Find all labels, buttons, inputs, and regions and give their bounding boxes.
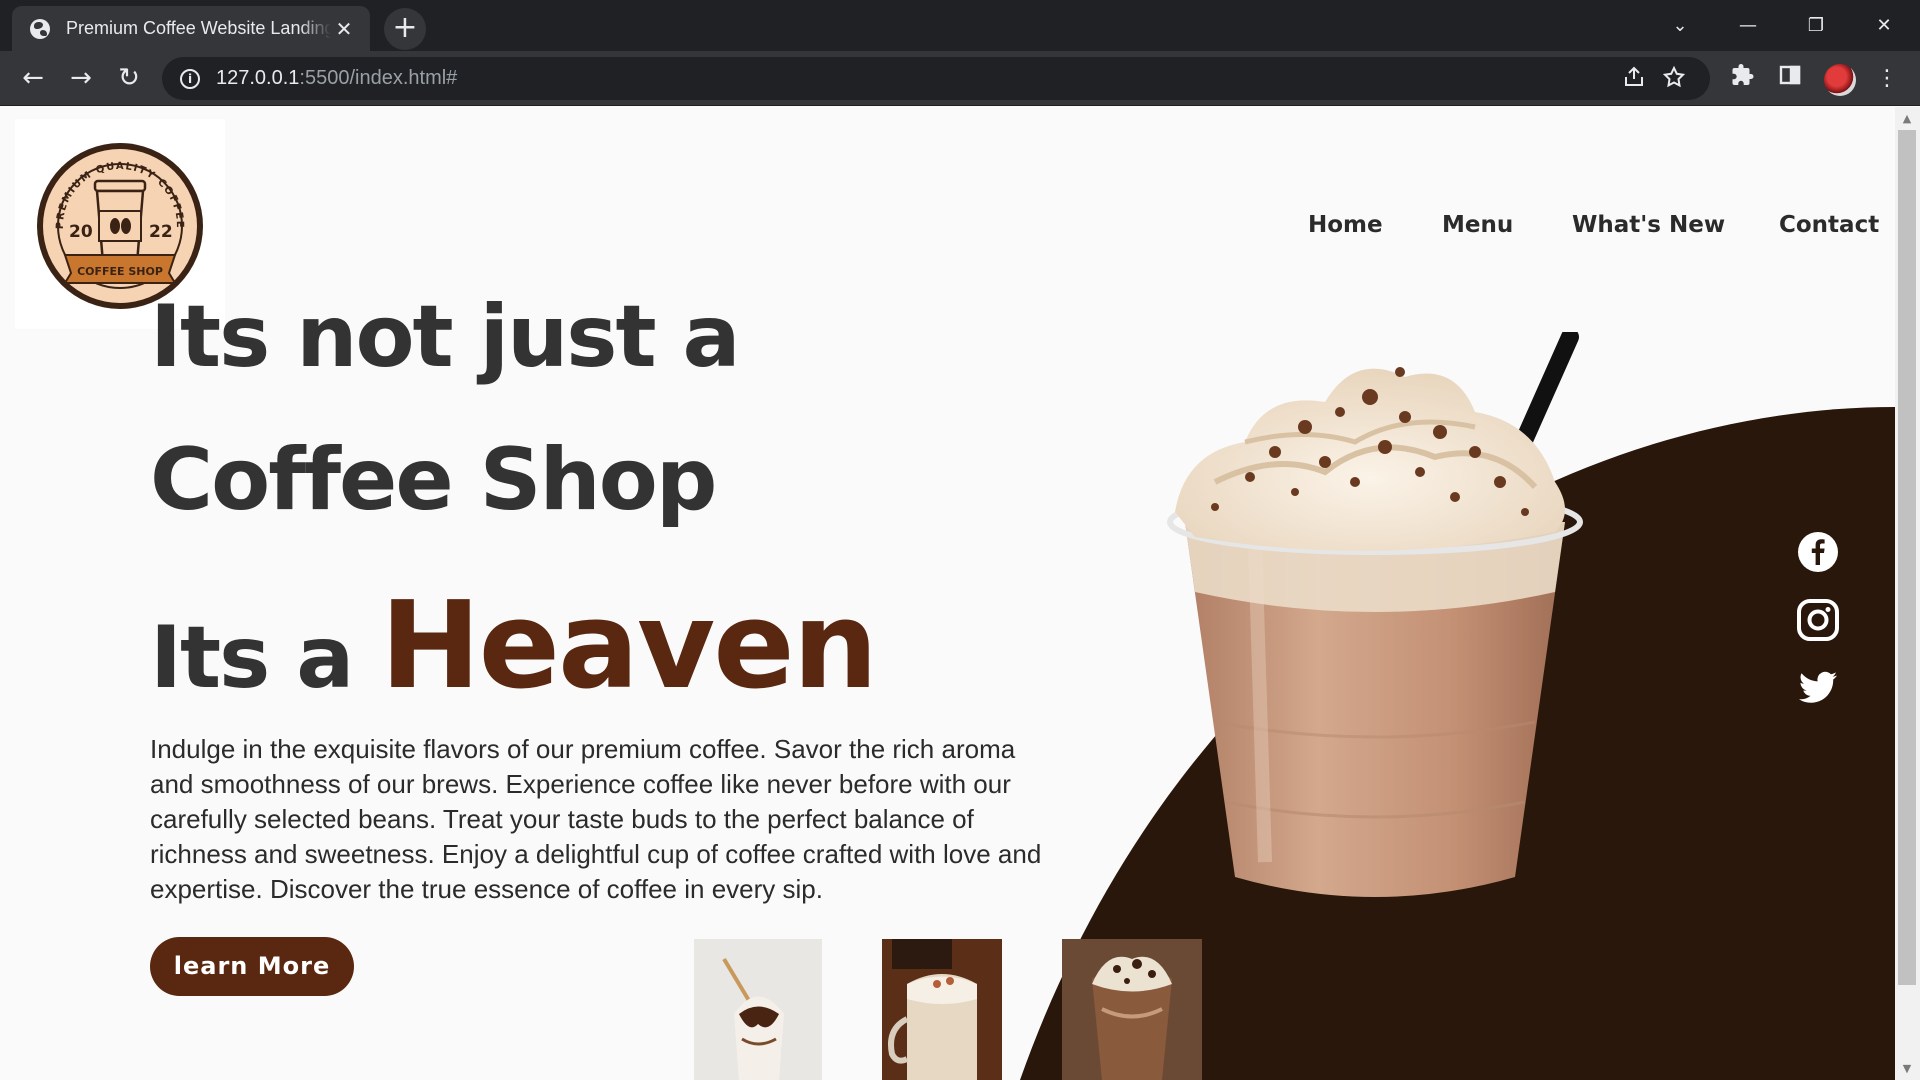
back-button[interactable]: ← <box>14 59 52 97</box>
close-window-button[interactable]: ✕ <box>1864 6 1904 46</box>
browser-tab-bar: Premium Coffee Website Landing Page ✕ + … <box>0 0 1920 51</box>
thumbnail-mocha[interactable] <box>1062 939 1202 1080</box>
extensions-icon[interactable] <box>1727 63 1759 95</box>
site-info-icon[interactable]: i <box>180 68 200 89</box>
new-tab-button[interactable]: + <box>384 8 426 50</box>
url-path: :5500/index.html# <box>299 67 458 89</box>
star-icon[interactable] <box>1660 65 1688 93</box>
url-host: 127.0.0.1 <box>216 67 300 89</box>
thumbnail-frappe[interactable] <box>694 939 822 1080</box>
thumbnail-mason-jar-latte[interactable] <box>882 939 1002 1080</box>
url-text[interactable]: 127.0.0.1:5500/index.html# <box>216 67 457 90</box>
forward-button[interactable]: → <box>62 59 100 97</box>
hero-line-1: Its not just a <box>150 287 741 387</box>
reload-button[interactable]: ↻ <box>110 59 148 97</box>
hero-line-3: Its a Heaven <box>150 577 878 716</box>
browser-toolbar: ← → ↻ i 127.0.0.1:5500/index.html# ⋮ <box>0 51 1920 106</box>
menu-icon[interactable]: ⋮ <box>1871 63 1903 95</box>
side-panel-icon[interactable] <box>1774 63 1806 95</box>
globe-icon <box>30 18 50 39</box>
twitter-icon[interactable] <box>1797 667 1839 709</box>
address-bar[interactable]: i 127.0.0.1:5500/index.html# <box>162 57 1710 100</box>
nav-home[interactable]: Home <box>1308 212 1383 238</box>
iced-coffee-cup-image <box>1167 332 1583 897</box>
hero-description: Indulge in the exquisite flavors of our … <box>150 734 1042 904</box>
learn-more-button[interactable]: learn More <box>150 937 354 996</box>
scrollbar-thumb[interactable] <box>1898 130 1916 985</box>
web-page: PREMIUM QUALITY COFFEE 20 22 COFFEE SHOP… <box>0 107 1895 1080</box>
minimize-button[interactable]: — <box>1728 6 1768 46</box>
share-icon[interactable] <box>1620 65 1648 93</box>
close-tab-icon[interactable]: ✕ <box>332 17 356 41</box>
tab-title: Premium Coffee Website Landing Page <box>66 18 331 38</box>
logo-banner-text: COFFEE SHOP <box>77 265 163 278</box>
facebook-icon[interactable] <box>1797 531 1839 573</box>
browser-tab[interactable]: Premium Coffee Website Landing Page ✕ <box>12 6 370 51</box>
scroll-up-arrow[interactable]: ▲ <box>1899 112 1915 125</box>
scroll-down-arrow[interactable]: ▼ <box>1899 1062 1915 1075</box>
hero-line-3-prefix: Its a <box>150 608 354 708</box>
profile-avatar[interactable] <box>1824 64 1856 96</box>
hero-highlight-heaven: Heaven <box>380 577 878 716</box>
instagram-icon[interactable] <box>1797 599 1839 641</box>
nav-whats-new[interactable]: What's New <box>1572 212 1725 238</box>
hero-line-2: Coffee Shop <box>150 430 717 530</box>
logo-year-left: 20 <box>69 222 93 242</box>
nav-menu[interactable]: Menu <box>1442 212 1513 238</box>
restore-button[interactable]: ❐ <box>1796 6 1836 46</box>
coffee-shop-logo: PREMIUM QUALITY COFFEE 20 22 COFFEE SHOP <box>37 143 203 309</box>
nav-contact[interactable]: Contact <box>1779 212 1879 238</box>
tab-search-icon[interactable]: ⌄ <box>1660 6 1700 46</box>
logo-year-right: 22 <box>149 222 173 242</box>
